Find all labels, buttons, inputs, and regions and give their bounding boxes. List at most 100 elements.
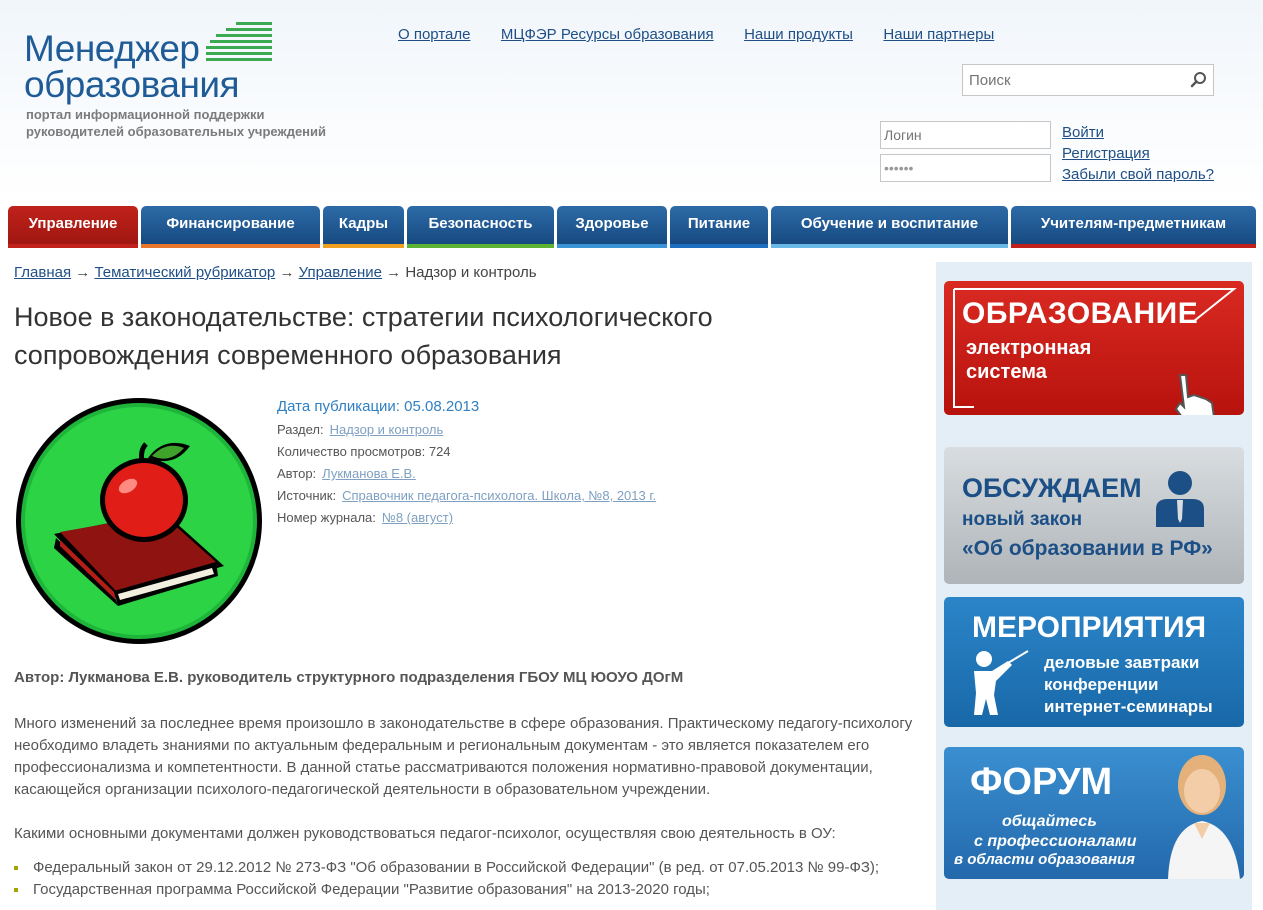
article-meta: Дата публикации: 05.08.2013 Раздел: Надзо…	[277, 398, 656, 529]
banner-subtitle: интернет-семинары	[1044, 697, 1213, 716]
tab-security[interactable]: Безопасность	[407, 206, 554, 248]
login-input[interactable]	[881, 122, 1050, 148]
publication-date: Дата публикации: 05.08.2013	[277, 398, 480, 415]
banner-subtitle: деловые завтраки	[1044, 653, 1200, 672]
site-logo[interactable]: Менеджер образования портал информационн…	[24, 22, 364, 142]
top-link-partners[interactable]: Наши партнеры	[883, 26, 994, 43]
tab-accent-bar	[8, 244, 138, 248]
page-title: Новое в законодательстве: стратегии псих…	[14, 302, 713, 370]
logo-stripes	[206, 22, 272, 66]
login-link[interactable]: Войти	[1062, 122, 1214, 143]
tab-label: Управление	[28, 215, 118, 232]
tab-health[interactable]: Здоровье	[557, 206, 667, 248]
tab-accent-bar	[323, 244, 404, 248]
logo-tagline-line1: портал информационной поддержки	[26, 107, 265, 122]
banner-subtitle: конференции	[1044, 675, 1159, 694]
meta-author-link[interactable]: Лукманова Е.В.	[322, 466, 416, 481]
article-paragraph: Какими основными документами должен руко…	[14, 825, 836, 842]
logo-tagline-line2: руководителей образовательных учреждений	[26, 124, 327, 139]
tab-label: Кадры	[338, 215, 389, 232]
apple-book-icon	[16, 398, 262, 644]
tab-education[interactable]: Обучение и воспитание	[771, 206, 1008, 248]
password-input[interactable]	[881, 155, 1050, 181]
meta-label: Раздел:	[277, 422, 324, 437]
banner-title: МЕРОПРИЯТИЯ	[972, 611, 1207, 644]
banner-title: ОБСУЖДАЕМ	[962, 473, 1142, 503]
search-input[interactable]	[963, 65, 1183, 95]
sidebar: ОБРАЗОВАНИЕ электронная система ОБСУЖДАЕ…	[936, 262, 1252, 910]
banner-subtitle: с профессионалами	[974, 833, 1137, 850]
banner-events[interactable]: МЕРОПРИЯТИЯ деловые завтраки конференции…	[944, 597, 1244, 727]
list-item: Государственная программа Российской Фед…	[14, 879, 924, 901]
meta-label: Источник:	[277, 488, 337, 503]
register-link[interactable]: Регистрация	[1062, 143, 1214, 164]
forgot-password-link[interactable]: Забыли свой пароль?	[1062, 164, 1214, 185]
meta-issue-link[interactable]: №8 (август)	[382, 510, 453, 525]
breadcrumb-section[interactable]: Управление	[299, 264, 382, 281]
tab-staff[interactable]: Кадры	[323, 206, 404, 248]
article-paragraph: Много изменений за последнее время произ…	[14, 715, 913, 798]
breadcrumb-current: Надзор и контроль	[405, 264, 537, 281]
tab-accent-bar	[771, 244, 1008, 248]
woman-photo-icon	[1168, 755, 1240, 879]
logo-tagline: портал информационной поддержки руководи…	[26, 106, 326, 140]
tab-accent-bar	[407, 244, 554, 248]
auth-links: Войти Регистрация Забыли свой пароль?	[1062, 122, 1214, 185]
tab-label: Безопасность	[428, 215, 533, 232]
article-author-line: Автор: Лукманова Е.В. руководитель струк…	[14, 669, 684, 686]
presenter-icon	[974, 650, 1029, 715]
meta-section-row: Раздел: Надзор и контроль	[277, 419, 656, 441]
banner-title: ОБРАЗОВАНИЕ	[962, 297, 1199, 330]
tab-label: Обучение и воспитание	[800, 215, 979, 232]
tab-accent-bar	[1011, 244, 1256, 248]
banner-education-system[interactable]: ОБРАЗОВАНИЕ электронная система	[944, 281, 1244, 415]
top-link-products[interactable]: Наши продукты	[744, 26, 853, 43]
tab-management[interactable]: Управление	[8, 206, 138, 248]
person-icon	[1156, 471, 1204, 527]
meta-label: Номер журнала:	[277, 510, 376, 525]
tab-nutrition[interactable]: Питание	[670, 206, 768, 248]
meta-label: Автор:	[277, 466, 317, 481]
banner-subtitle: «Об образовании в РФ»	[962, 537, 1213, 560]
banner-new-law[interactable]: ОБСУЖДАЕМ новый закон «Об образовании в …	[944, 447, 1244, 584]
tab-label: Финансирование	[166, 215, 295, 232]
banner-subtitle: электронная	[966, 337, 1092, 359]
banner-subtitle: система	[966, 361, 1047, 383]
password-field	[880, 154, 1051, 182]
tab-accent-bar	[141, 244, 320, 248]
tab-subject-teachers[interactable]: Учителям-предметникам	[1011, 206, 1256, 248]
banner-subtitle: новый закон	[962, 509, 1083, 530]
meta-section-link[interactable]: Надзор и контроль	[330, 422, 444, 437]
pointer-hand-icon	[1174, 374, 1215, 415]
tab-label: Здоровье	[575, 215, 649, 232]
document-list: Федеральный закон от 29.12.2012 № 273-ФЗ…	[14, 857, 924, 901]
list-item: Федеральный закон от 29.12.2012 № 273-ФЗ…	[14, 857, 924, 879]
main-navigation: Управление Финансирование Кадры Безопасн…	[8, 206, 1256, 248]
tab-label: Питание	[687, 215, 751, 232]
banner-subtitle: в области образования	[954, 851, 1135, 868]
logo-text-line2: образования	[24, 64, 240, 105]
breadcrumb-rubricator[interactable]: Тематический рубрикатор	[94, 264, 275, 281]
meta-source-link[interactable]: Справочник педагога-психолога. Школа, №8…	[342, 488, 656, 503]
site-header: Менеджер образования портал информационн…	[0, 0, 1263, 200]
tab-label: Учителям-предметникам	[1040, 215, 1227, 232]
meta-issue-row: Номер журнала: №8 (август)	[277, 507, 656, 529]
breadcrumb: Главная → Тематический рубрикатор → Упра…	[14, 264, 537, 281]
tab-accent-bar	[557, 244, 667, 248]
banner-title: ФОРУМ	[970, 761, 1113, 803]
banner-subtitle: общайтесь	[1002, 813, 1097, 830]
search-icon[interactable]	[1190, 71, 1208, 89]
meta-source-row: Источник: Справочник педагога-психолога. …	[277, 485, 656, 507]
banner-forum[interactable]: ФОРУМ общайтесь с профессионалами в обла…	[944, 747, 1244, 879]
breadcrumb-separator: →	[279, 264, 295, 281]
meta-author-row: Автор: Лукманова Е.В.	[277, 463, 656, 485]
top-navigation: О портале МЦФЭР Ресурсы образования Наши…	[398, 26, 1020, 44]
tab-finance[interactable]: Финансирование	[141, 206, 320, 248]
top-link-about[interactable]: О портале	[398, 26, 470, 43]
breadcrumb-home[interactable]: Главная	[14, 264, 71, 281]
top-link-resources[interactable]: МЦФЭР Ресурсы образования	[501, 26, 714, 43]
meta-views: Количество просмотров: 724	[277, 444, 451, 459]
breadcrumb-separator: →	[386, 264, 402, 281]
search-box	[962, 64, 1214, 96]
login-field	[880, 121, 1051, 149]
